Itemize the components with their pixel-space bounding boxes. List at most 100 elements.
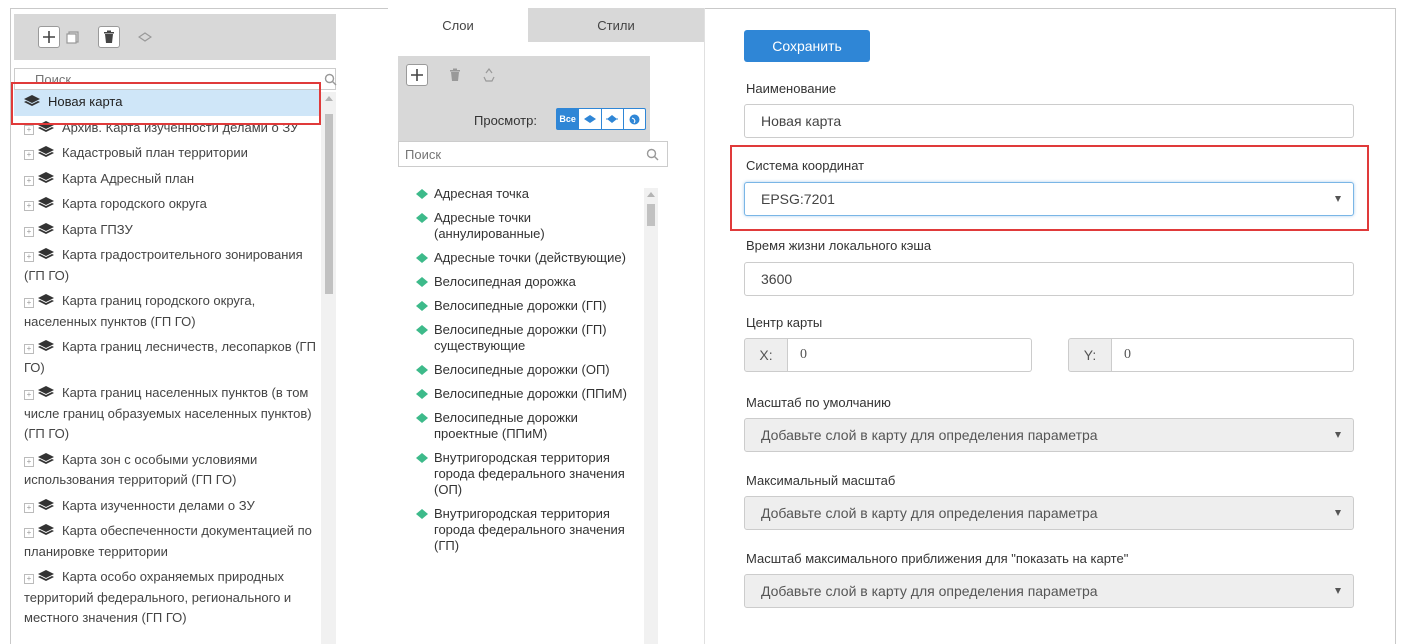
scroll-up-icon[interactable]: [325, 96, 333, 101]
highlight-box-crs: [730, 145, 1369, 231]
layer-item[interactable]: Адресные точки (действующие): [416, 250, 641, 266]
zoom-scale-label: Масштаб максимального приближения для "п…: [746, 551, 1129, 566]
layer-label: Внутригородская территория города федера…: [434, 450, 625, 497]
layer-item[interactable]: Адресные точки (аннулированные): [416, 210, 641, 242]
layers-icon: [38, 498, 54, 510]
chevron-down-icon: [1335, 510, 1341, 516]
expand-icon[interactable]: +: [24, 226, 34, 237]
tree-item[interactable]: + Карта градостроительного зонирования (Г…: [14, 243, 320, 289]
expand-icon[interactable]: +: [24, 201, 34, 211]
tree-item-label: Карта изученности делами о ЗУ: [62, 497, 255, 513]
scroll-thumb[interactable]: [647, 204, 655, 226]
expand-icon[interactable]: +: [24, 124, 34, 135]
tab-styles[interactable]: Стили: [528, 8, 704, 42]
layer-diamond-icon: [416, 365, 428, 375]
layer-diamond-icon: [416, 509, 428, 519]
tree-item-label: Карта ГПЗУ: [62, 221, 133, 237]
tree-item[interactable]: + Карта особо охраняемых природных террит…: [14, 565, 320, 632]
maps-scrollbar[interactable]: [321, 92, 336, 644]
tree-item[interactable]: + Кадастровый план территории: [14, 141, 320, 167]
layer-item[interactable]: Велосипедные дорожки (ГП): [416, 298, 641, 314]
delete-layer-icon[interactable]: [444, 64, 466, 86]
scroll-thumb[interactable]: [325, 114, 333, 294]
layer-label: Адресная точка: [434, 186, 530, 201]
view-label: Просмотр:: [474, 113, 537, 128]
view-globe-icon[interactable]: [624, 109, 645, 129]
layer-item[interactable]: Велосипедные дорожки (ОП): [416, 362, 641, 378]
expand-icon[interactable]: +: [24, 574, 34, 584]
chevron-down-icon: [1335, 588, 1341, 594]
add-layer-icon[interactable]: [406, 64, 428, 86]
layer-label: Адресные точки (действующие): [434, 250, 626, 265]
tree-item[interactable]: + Карта границ населенных пунктов (в том …: [14, 381, 320, 448]
center-y-input[interactable]: 0: [1112, 338, 1354, 372]
tree-item[interactable]: + Карта границ городского округа, населен…: [14, 289, 320, 335]
layer-diamond-icon: [416, 277, 428, 287]
center-label: Центр карты: [746, 315, 823, 330]
expand-icon[interactable]: +: [24, 298, 34, 308]
tree-item-label: Карта градостроительного зонирования (ГП…: [24, 247, 303, 283]
layers-search[interactable]: [398, 141, 668, 167]
delete-icon[interactable]: [98, 26, 120, 48]
layer-label: Внутригородская территория города федера…: [434, 506, 625, 553]
expand-icon[interactable]: +: [24, 390, 34, 400]
tree-item[interactable]: + Карта зон с особыми условиями использов…: [14, 448, 320, 494]
layer-item[interactable]: Адресная точка: [416, 186, 641, 202]
view-polygon-icon[interactable]: [579, 109, 602, 129]
view-mode-group: Все: [556, 108, 646, 130]
view-all-button[interactable]: Все: [557, 109, 580, 129]
tree-item[interactable]: + Карта Адресный план: [14, 167, 320, 193]
tab-layers[interactable]: Слои: [388, 8, 528, 42]
zoom-scale-value: Добавьте слой в карту для определения па…: [761, 583, 1098, 599]
layer-item[interactable]: Велосипедная дорожка: [416, 274, 641, 290]
expand-icon[interactable]: +: [24, 456, 34, 467]
tree-item-label: Карта городского округа: [62, 196, 207, 211]
maps-tree: Новая карта + Архив. Карта изученности де…: [14, 90, 320, 644]
view-line-icon[interactable]: [602, 109, 624, 129]
layers-icon: [38, 197, 54, 208]
add-icon[interactable]: [38, 26, 60, 48]
expand-icon[interactable]: +: [24, 150, 34, 160]
recycle-icon[interactable]: [478, 64, 500, 86]
panel-divider: [704, 8, 705, 644]
scroll-up-icon[interactable]: [647, 192, 655, 197]
tree-item[interactable]: + Карта изученности делами о ЗУ: [14, 494, 320, 520]
expand-icon[interactable]: +: [24, 175, 34, 186]
expand-icon[interactable]: +: [24, 502, 34, 513]
copy-icon[interactable]: [62, 26, 84, 48]
tree-item[interactable]: + Карта границ лесничеств, лесопарков (ГП…: [14, 335, 320, 381]
max-scale-value: Добавьте слой в карту для определения па…: [761, 505, 1098, 521]
panel-tabs: Слои Стили: [388, 8, 704, 42]
default-scale-value: Добавьте слой в карту для определения па…: [761, 427, 1098, 443]
center-x-input[interactable]: 0: [788, 338, 1032, 372]
layer-item[interactable]: Внутригородская территория города федера…: [416, 506, 641, 554]
max-scale-select[interactable]: Добавьте слой в карту для определения па…: [744, 496, 1354, 530]
cache-value: 3600: [761, 271, 793, 287]
layers-toggle-icon[interactable]: [134, 26, 156, 48]
search-icon: [324, 73, 337, 86]
expand-icon[interactable]: +: [24, 252, 34, 262]
name-label: Наименование: [746, 81, 837, 96]
layer-item[interactable]: Велосипедные дорожки (ППиМ): [416, 386, 641, 402]
tree-item-label: Карта зон с особыми условиями использова…: [24, 451, 258, 488]
layer-label: Велосипедные дорожки (ОП): [434, 362, 610, 377]
cache-field[interactable]: 3600: [744, 262, 1354, 296]
layers-search-input[interactable]: [399, 142, 639, 166]
expand-icon[interactable]: +: [24, 344, 34, 354]
zoom-scale-select[interactable]: Добавьте слой в карту для определения па…: [744, 574, 1354, 608]
save-button[interactable]: Сохранить: [744, 30, 870, 62]
layer-item[interactable]: Внутригородская территория города федера…: [416, 450, 641, 498]
name-field[interactable]: Новая карта: [744, 104, 1354, 138]
tree-item[interactable]: + Карта обеспеченности документацией по п…: [14, 519, 320, 565]
layers-scrollbar[interactable]: [644, 188, 658, 644]
expand-icon[interactable]: +: [24, 528, 34, 538]
layer-diamond-icon: [416, 213, 428, 223]
layer-diamond-icon: [416, 189, 428, 199]
layer-item[interactable]: Велосипедные дорожки проектные (ППиМ): [416, 410, 641, 442]
default-scale-select[interactable]: Добавьте слой в карту для определения па…: [744, 418, 1354, 452]
layer-label: Велосипедные дорожки проектные (ППиМ): [434, 410, 578, 441]
layers-toolbar: Просмотр: Все: [398, 56, 650, 142]
layer-item[interactable]: Велосипедные дорожки (ГП) существующие: [416, 322, 641, 354]
tree-item[interactable]: + Карта ГПЗУ: [14, 218, 320, 244]
tree-item[interactable]: + Карта городского округа: [14, 192, 320, 218]
